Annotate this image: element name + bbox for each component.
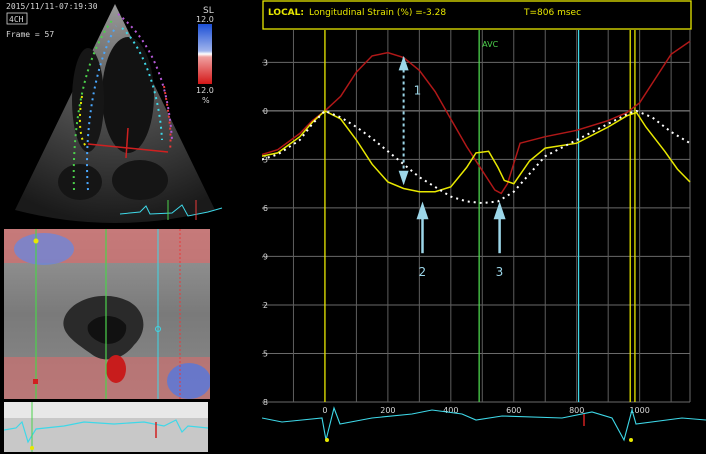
annotation-3-label: 3: [496, 265, 504, 279]
x-tick-label: 200: [380, 406, 395, 415]
y-tick-label: -6: [262, 204, 268, 213]
x-tick-label: 600: [506, 406, 521, 415]
scale-min: 12.0: [196, 86, 214, 95]
y-tick-label: 0: [263, 107, 268, 116]
left-atrium: [112, 160, 168, 200]
ecg-strip: [4, 402, 208, 452]
ecg-marker-yellow-left: [325, 438, 329, 442]
mmode-blue-bottom: [167, 363, 210, 399]
left-panel: 2015/11/11-07:19:30 4CH Frame = 57 SL 12…: [0, 0, 230, 454]
y-tick-label: -18: [262, 398, 268, 407]
strain-graph-panel[interactable]: LOCAL: Longitudinal Strain (%) =-3.28 T=…: [262, 0, 706, 454]
avc-label: AVC: [482, 40, 498, 49]
view-label: 4CH: [9, 15, 24, 24]
echo-image-panel[interactable]: 2015/11/11-07:19:30 4CH Frame = 57 SL 12…: [0, 0, 230, 226]
scale-max: 12.0: [196, 15, 214, 24]
timestamp: 2015/11/11-07:19:30: [6, 2, 98, 11]
annotation-1-label: 1: [414, 84, 422, 98]
mmode-point-yellow[interactable]: [33, 238, 39, 244]
y-tick-label: 3: [263, 58, 268, 67]
y-tick-label: -15: [262, 349, 268, 358]
strain-color-scale: [198, 24, 212, 84]
mmode-point-red[interactable]: [33, 379, 38, 384]
ecg-marker-yellow-right: [629, 438, 633, 442]
header-time: T=806 msec: [523, 8, 581, 18]
header-title: LOCAL:: [268, 8, 304, 18]
ecg-strip-point-yellow: [30, 446, 34, 450]
header-metric: Longitudinal Strain (%) =-3.28: [309, 8, 446, 18]
strain-mmode-map[interactable]: [4, 229, 210, 399]
scale-unit: %: [202, 96, 210, 105]
mmode-red-spot: [106, 355, 126, 383]
frame-number: Frame = 57: [6, 30, 54, 39]
x-tick-label: 0: [322, 406, 327, 415]
mmode-blue-top: [14, 233, 74, 265]
right-ventricle-cavity: [72, 48, 104, 152]
y-tick-label: -9: [262, 252, 268, 261]
annotation-2-label: 2: [419, 265, 427, 279]
right-atrium: [58, 164, 102, 200]
y-tick-label: -12: [262, 301, 268, 310]
